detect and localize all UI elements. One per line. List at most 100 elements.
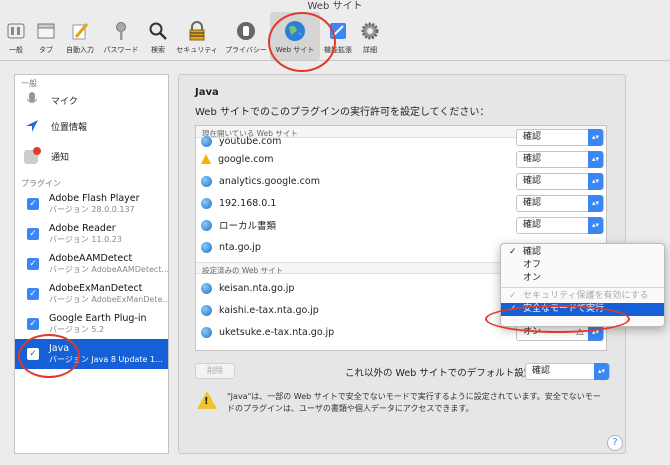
menu-divider — [501, 287, 664, 288]
menu-item-label: 確認 — [523, 247, 542, 257]
checkmark-icon: ✓ — [509, 247, 517, 257]
sidebar-plugin-google-earth[interactable]: ✓ Google Earth Plug-in バージョン 5.2 — [15, 309, 168, 339]
checkmark-icon: ✓ — [509, 304, 517, 314]
site-row[interactable]: google.com 確認 ▴▾ — [196, 148, 606, 170]
checkbox-checked-icon[interactable]: ✓ — [27, 228, 39, 240]
menu-item-run-safe-mode[interactable]: ✓ 安全なモードで実行 — [501, 303, 664, 316]
sidebar-section-plugins: プラグイン — [21, 179, 61, 188]
menu-item-label: 安全なモードで実行 — [523, 304, 605, 314]
sidebar: 一般 マイク 位置情報 通知 プラグイン ✓ Adobe Flash Playe… — [14, 74, 169, 454]
site-setting-select[interactable]: 確認 ▴▾ — [516, 173, 604, 190]
toolbar-divider — [0, 60, 670, 61]
default-setting-label: これ以外の Web サイトでのデフォルト設定： — [345, 368, 543, 379]
toolbar-search[interactable]: 検索 — [144, 12, 172, 60]
delete-button[interactable]: 削除 — [195, 363, 235, 379]
menu-item-ask[interactable]: ✓ 確認 — [501, 246, 664, 259]
tabs-icon — [35, 20, 57, 42]
pencil-icon — [69, 20, 91, 42]
sidebar-plugin-aamdetect[interactable]: ✓ AdobeAAMDetect バージョン AdobeAAMDetect... — [15, 249, 168, 279]
plugin-name: Google Earth Plug-in — [49, 313, 147, 324]
plugin-name: AdobeAAMDetect — [49, 253, 133, 264]
sidebar-section-general: 一般 — [21, 79, 37, 88]
toolbar-label: 検索 — [151, 46, 165, 54]
toolbar-autofill[interactable]: 自動入力 — [62, 12, 98, 60]
toolbar-tabs[interactable]: タブ — [30, 12, 62, 60]
site-setting-select[interactable]: 確認 ▴▾ — [516, 217, 604, 234]
notice-text: "Java"は、一部の Web サイトで安全でないモードで実行するように設定され… — [227, 392, 601, 413]
sidebar-item-location[interactable]: 位置情報 — [15, 111, 168, 141]
sidebar-item-microphone[interactable]: マイク — [15, 89, 168, 111]
site-row[interactable]: youtube.com 確認 ▴▾ — [196, 129, 606, 148]
checkbox-checked-icon[interactable]: ✓ — [27, 258, 39, 270]
toolbar-passwords[interactable]: パスワード — [98, 12, 144, 60]
menu-item-off[interactable]: オフ — [501, 259, 664, 272]
select-value: 確認 — [523, 176, 542, 186]
plugin-version: バージョン 5.2 — [49, 325, 105, 334]
toolbar-general[interactable]: 一般 — [2, 12, 30, 60]
select-value: 確認 — [523, 220, 542, 230]
sidebar-plugin-exmandetect[interactable]: ✓ AdobeExManDetect バージョン AdobeExManDete..… — [15, 279, 168, 309]
toolbar-extensions[interactable]: 機能拡張 — [320, 12, 356, 60]
chevron-updown-icon: ▴▾ — [588, 129, 603, 146]
toolbar-privacy[interactable]: プライバシー — [222, 12, 270, 60]
toolbar-label: プライバシー — [225, 46, 267, 54]
plugin-name: Adobe Flash Player — [49, 193, 140, 204]
toolbar-label: セキュリティ — [176, 46, 218, 54]
globe-icon — [201, 219, 212, 231]
location-arrow-icon — [23, 117, 41, 135]
toolbar-label: Web サイト — [275, 46, 315, 54]
unsafe-mode-notice: ! "Java"は、一部の Web サイトで安全でないモードで実行するように設定… — [197, 391, 607, 415]
default-setting-select[interactable]: 確認 ▴▾ — [525, 363, 610, 380]
google-drive-icon — [201, 154, 211, 164]
site-row[interactable]: 192.168.0.1 確認 ▴▾ — [196, 192, 606, 214]
sidebar-plugin-flash[interactable]: ✓ Adobe Flash Player バージョン 28.0.0.137 — [15, 189, 168, 219]
toolbar-label: 機能拡張 — [324, 46, 352, 54]
globe-icon — [201, 175, 212, 187]
checkbox-checked-icon[interactable]: ✓ — [27, 198, 39, 210]
checkbox-checked-icon[interactable]: ✓ — [27, 318, 39, 330]
menu-item-enable-security[interactable]: ✓ セキュリティ保護を有効にする — [501, 290, 664, 303]
globe-icon — [201, 282, 212, 294]
sidebar-item-notifications[interactable]: 通知 — [15, 141, 168, 171]
site-setting-select[interactable]: 確認 ▴▾ — [516, 151, 604, 168]
select-value: オン — [523, 327, 542, 337]
plugin-description: Web サイトでのこのプラグインの実行許可を設定してください： — [195, 107, 490, 118]
toolbar-websites[interactable]: Web サイト — [270, 12, 320, 60]
select-value: 確認 — [523, 198, 542, 208]
site-setting-popup-menu: ✓ 確認 オフ オン ✓ セキュリティ保護を有効にする ✓ 安全なモードで実行 — [500, 243, 665, 327]
site-row[interactable]: ローカル書類 確認 ▴▾ — [196, 214, 606, 236]
checkbox-checked-icon[interactable]: ✓ — [27, 288, 39, 300]
toolbar-label: パスワード — [103, 46, 139, 54]
site-name: kaishi.e-tax.nta.go.jp — [219, 304, 319, 316]
site-setting-select[interactable]: 確認 ▴▾ — [516, 129, 604, 146]
chevron-updown-icon: ▴▾ — [588, 195, 603, 212]
menu-item-on[interactable]: オン — [501, 272, 664, 285]
globe-icon — [201, 241, 212, 253]
menu-item-label: オン — [523, 273, 542, 283]
sidebar-plugin-reader[interactable]: ✓ Adobe Reader バージョン 11.0.23 — [15, 219, 168, 249]
sidebar-item-label: マイク — [51, 96, 78, 107]
select-value: 確認 — [523, 154, 542, 164]
microphone-icon — [23, 91, 41, 109]
notification-icon — [23, 147, 41, 165]
help-button[interactable]: ? — [607, 435, 623, 451]
site-name: analytics.google.com — [219, 175, 320, 187]
toolbar-label: 自動入力 — [66, 46, 94, 54]
plugin-version: バージョン 11.0.23 — [49, 235, 122, 244]
chevron-updown-icon: ▴▾ — [588, 151, 603, 168]
sidebar-item-label: 位置情報 — [51, 122, 88, 133]
site-name: 192.168.0.1 — [219, 197, 277, 209]
toolbar-advanced[interactable]: 詳細 — [356, 12, 384, 60]
site-setting-select[interactable]: 確認 ▴▾ — [516, 195, 604, 212]
toolbar-label: 詳細 — [363, 46, 377, 54]
default-setting-row: 削除 これ以外の Web サイトでのデフォルト設定： 確認 ▴▾ — [195, 361, 610, 381]
toolbar-security[interactable]: セキュリティ — [172, 12, 222, 60]
lock-icon — [186, 20, 208, 42]
sidebar-item-label: 通知 — [51, 152, 70, 163]
plugin-name: Adobe Reader — [49, 223, 116, 234]
checkbox-checked-icon[interactable]: ✓ — [27, 348, 39, 360]
site-row[interactable]: analytics.google.com 確認 ▴▾ — [196, 170, 606, 192]
plugin-version: バージョン AdobeExManDete... — [49, 295, 169, 304]
globe-icon — [201, 326, 212, 338]
sidebar-plugin-java[interactable]: ✓ Java バージョン Java 8 Update 1... — [15, 339, 168, 369]
